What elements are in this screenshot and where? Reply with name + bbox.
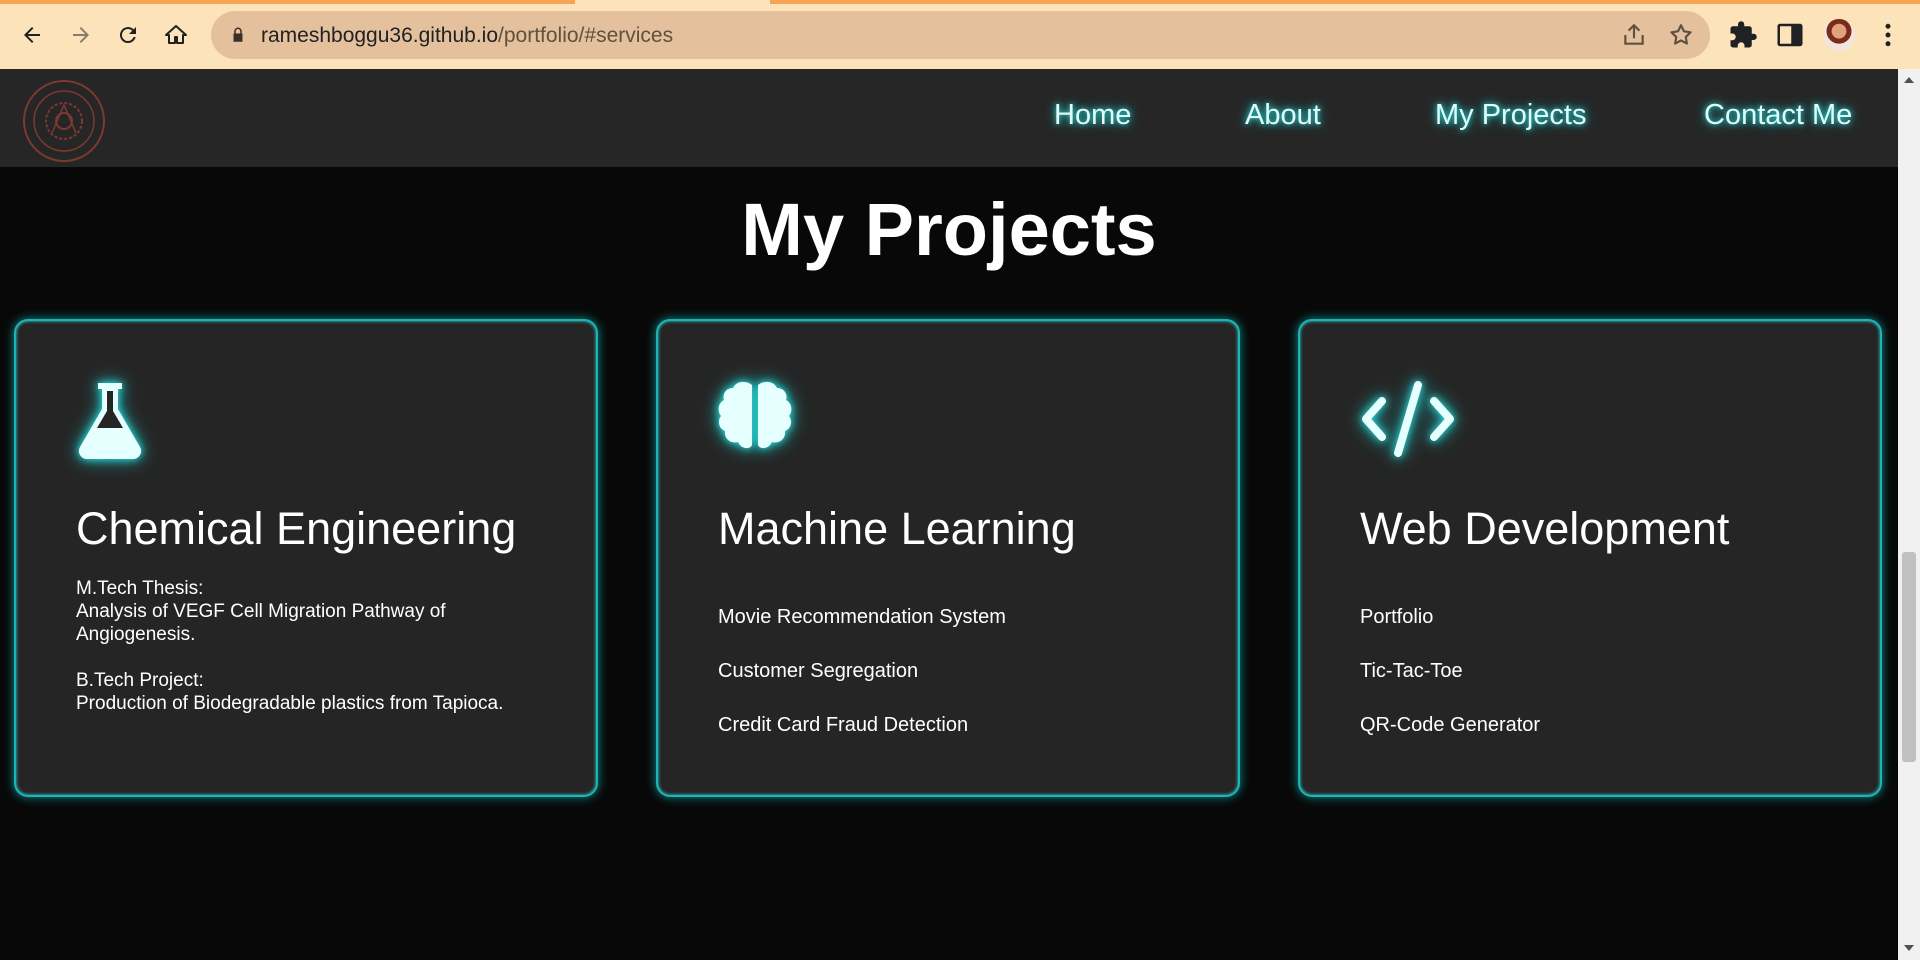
nav-link-home[interactable]: Home — [1054, 99, 1131, 132]
project-item-tic-tac-toe[interactable]: Tic-Tac-Toe — [1360, 660, 1540, 714]
home-icon — [165, 25, 187, 44]
reload-icon — [119, 27, 136, 44]
tab-strip-accent — [0, 0, 575, 4]
section-title: My Projects — [741, 188, 1157, 271]
flask-icon — [78, 383, 142, 460]
forward-icon — [73, 27, 89, 43]
institute-seal-logo[interactable] — [22, 79, 106, 163]
nav-link-about[interactable]: About — [1245, 99, 1321, 132]
project-card-chemical-engineering: Chemical Engineering M.Tech Thesis: Anal… — [14, 319, 598, 797]
menu-icon[interactable] — [1873, 20, 1903, 50]
url-path: /portfolio/#services — [498, 24, 674, 47]
card-title: Machine Learning — [718, 503, 1076, 554]
mtech-thesis-title-line2: Angiogenesis. — [76, 624, 196, 645]
share-icon[interactable] — [1621, 22, 1647, 48]
project-item-movie-recommendation[interactable]: Movie Recommendation System — [718, 606, 1006, 660]
btech-project-title: Production of Biodegradable plastics fro… — [76, 693, 504, 714]
card-title: Chemical Engineering — [76, 503, 517, 554]
scroll-down-arrow[interactable] — [1904, 945, 1914, 951]
nav-link-contact-me[interactable]: Contact Me — [1704, 99, 1852, 132]
card-title: Web Development — [1360, 503, 1730, 554]
address-bar[interactable]: rameshboggu36.github.io/portfolio/#servi… — [211, 11, 1710, 59]
tab-strip-accent — [770, 0, 1920, 4]
project-list: Portfolio Tic-Tac-Toe QR-Code Generator — [1360, 606, 1540, 768]
project-card-machine-learning: Machine Learning Movie Recommendation Sy… — [656, 319, 1240, 797]
scroll-thumb[interactable] — [1902, 552, 1916, 762]
card-icon-wrapper — [716, 379, 794, 464]
url-host: rameshboggu36.github.io — [261, 24, 499, 47]
reload-button[interactable] — [110, 17, 146, 53]
site-navbar: Home About My Projects Contact Me — [0, 69, 1898, 167]
code-icon — [1362, 381, 1454, 457]
btech-project-label: B.Tech Project: — [76, 670, 204, 691]
mtech-thesis-title-line1: Analysis of VEGF Cell Migration Pathway … — [76, 601, 446, 622]
page-scrollbar[interactable] — [1898, 69, 1920, 960]
mtech-thesis-label: M.Tech Thesis: — [76, 578, 204, 599]
side-panel-icon[interactable] — [1775, 20, 1805, 50]
project-item-portfolio[interactable]: Portfolio — [1360, 606, 1540, 660]
lock-icon[interactable] — [229, 26, 247, 44]
page-viewport: Home About My Projects Contact Me My Pro… — [0, 69, 1898, 960]
back-button[interactable] — [14, 17, 50, 53]
profile-avatar[interactable] — [1823, 19, 1855, 51]
project-list: Movie Recommendation System Customer Seg… — [718, 606, 1006, 768]
url-text[interactable]: rameshboggu36.github.io/portfolio/#servi… — [261, 24, 673, 48]
card-icon-wrapper — [74, 379, 146, 464]
project-item-qr-code-generator[interactable]: QR-Code Generator — [1360, 714, 1540, 768]
home-button[interactable] — [158, 17, 194, 53]
browser-toolbar: rameshboggu36.github.io/portfolio/#servi… — [0, 0, 1920, 69]
project-item-credit-card-fraud[interactable]: Credit Card Fraud Detection — [718, 714, 1006, 768]
nav-link-my-projects[interactable]: My Projects — [1435, 99, 1586, 132]
forward-button[interactable] — [63, 17, 99, 53]
back-icon — [24, 27, 40, 43]
scroll-up-arrow[interactable] — [1904, 77, 1914, 83]
project-card-web-development: Web Development Portfolio Tic-Tac-Toe QR… — [1298, 319, 1882, 797]
project-item-customer-segregation[interactable]: Customer Segregation — [718, 660, 1006, 714]
star-icon[interactable] — [1668, 22, 1694, 48]
brain-icon — [718, 381, 792, 449]
card-icon-wrapper — [1358, 379, 1458, 464]
extensions-icon[interactable] — [1728, 20, 1758, 50]
